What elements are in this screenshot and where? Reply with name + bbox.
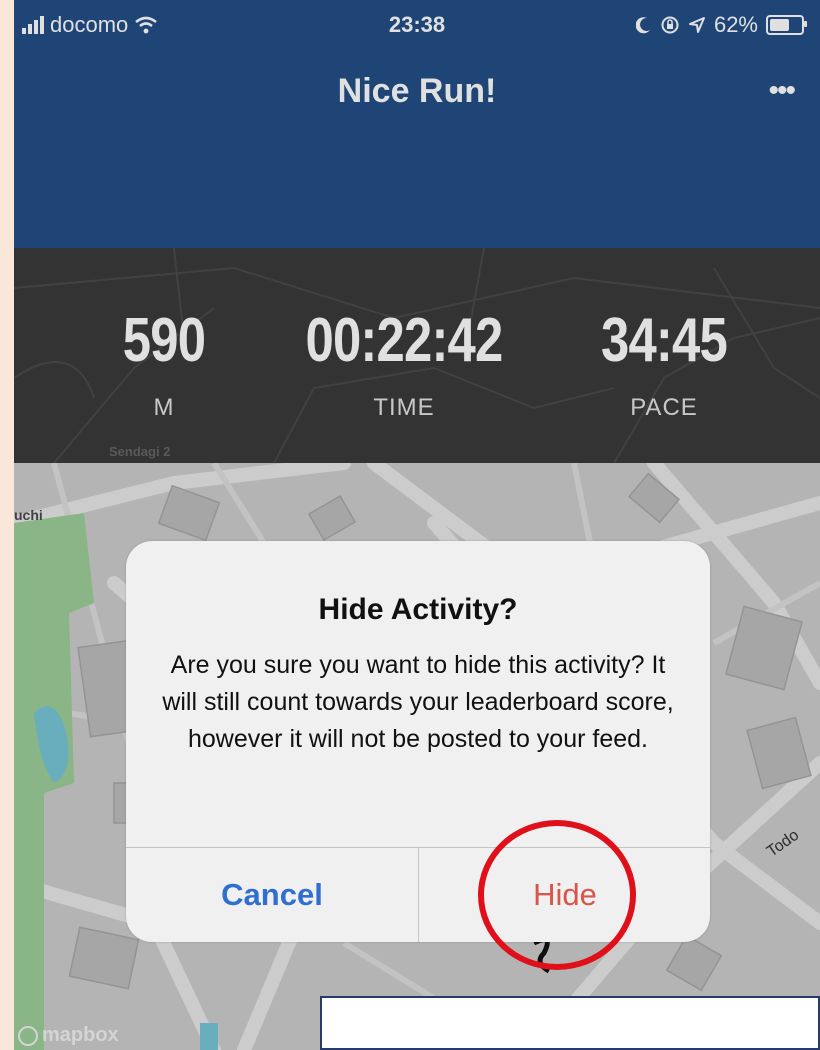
dialog-title: Hide Activity? (318, 593, 518, 626)
cancel-button[interactable]: Cancel (126, 848, 418, 942)
left-margin-strip (0, 0, 14, 1050)
highlight-annotation-circle (478, 820, 636, 970)
dialog-message: Are you sure you want to hide this activ… (162, 651, 674, 753)
phone-screen: docomo 23:38 62% Nice Run! ••• 590 M 00:… (14, 0, 820, 1050)
bottom-white-box (320, 996, 820, 1050)
